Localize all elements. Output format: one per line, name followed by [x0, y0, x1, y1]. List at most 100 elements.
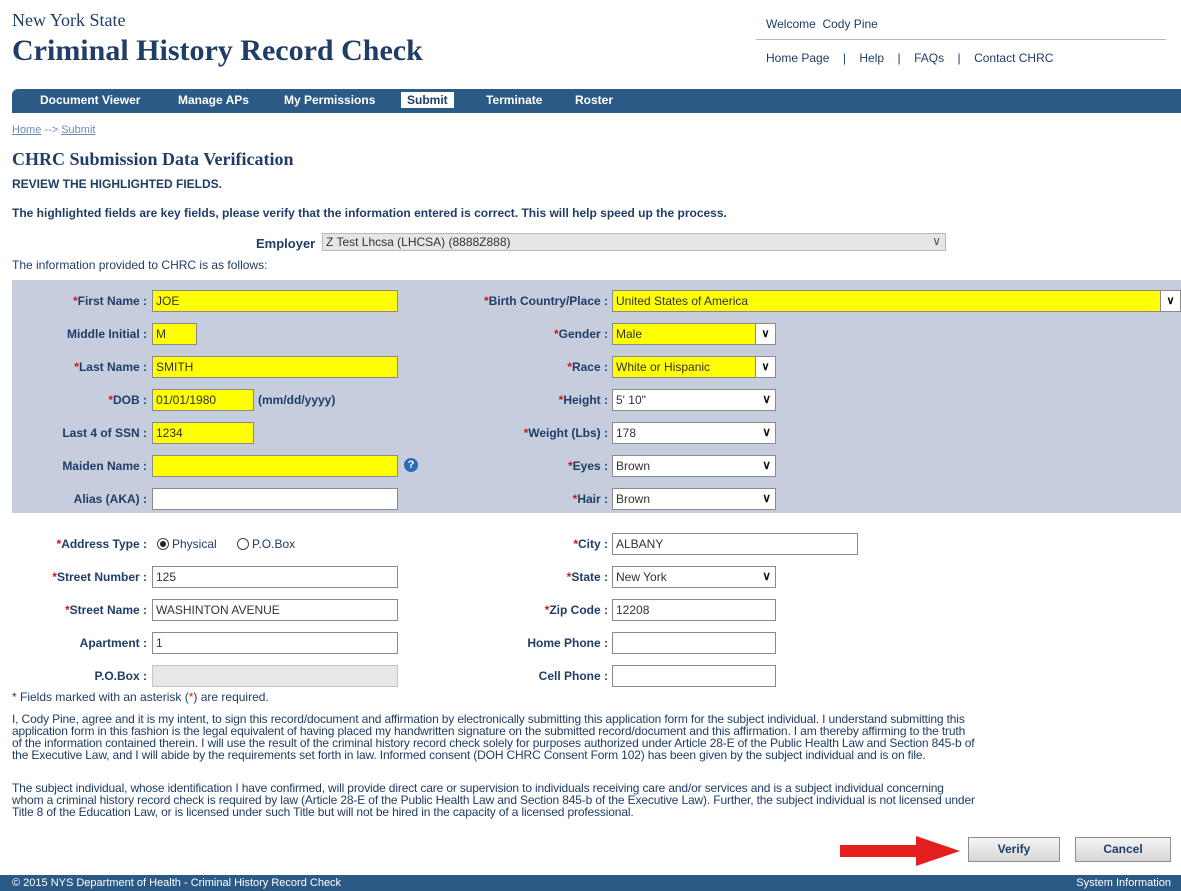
zip-code-input[interactable]: 12208 [612, 599, 776, 621]
breadcrumb-submit[interactable]: Submit [61, 124, 95, 136]
eyes-label: *Eyes : [567, 459, 608, 473]
nav-manage-aps[interactable]: Manage APs [178, 93, 249, 107]
chevron-down-icon: ∨ [1160, 291, 1180, 311]
street-name-input[interactable]: WASHINTON AVENUE [152, 599, 398, 621]
employer-select[interactable]: Z Test Lhcsa (LHCSA) (8888Z888) ∨ [322, 233, 946, 251]
alias-input[interactable] [152, 488, 398, 510]
affirmation-text: I, Cody Pine, agree and it is my intent,… [12, 712, 975, 762]
last-name-input[interactable]: SMITH [152, 356, 398, 378]
cell-phone-input[interactable] [612, 665, 776, 687]
cell-phone-label: Cell Phone : [538, 669, 608, 683]
home-page-link[interactable]: Home Page [766, 51, 829, 65]
street-number-label: *Street Number : [52, 570, 147, 584]
nav-submit[interactable]: Submit [401, 92, 454, 108]
weight-select[interactable]: 178 ∨ [612, 422, 776, 444]
height-value: 5' 10" [616, 393, 646, 407]
address-type-physical-radio[interactable]: Physical [157, 537, 217, 551]
welcome-text: Welcome Cody Pine [766, 17, 878, 31]
city-label: *City : [573, 537, 608, 551]
eyes-select[interactable]: Brown ∨ [612, 455, 776, 477]
last-name-label: *Last Name : [74, 360, 147, 374]
hair-select[interactable]: Brown ∨ [612, 488, 776, 510]
ssn-label: Last 4 of SSN : [62, 426, 147, 440]
weight-label: *Weight (Lbs) : [523, 426, 608, 440]
race-select[interactable]: White or Hispanic ∨ [612, 356, 776, 378]
birth-country-select[interactable]: United States of America ∨ [612, 290, 1181, 312]
breadcrumb-home[interactable]: Home [12, 124, 41, 136]
dob-input[interactable]: 01/01/1980 [152, 389, 254, 411]
po-box-label: P.O.Box : [94, 669, 147, 683]
system-information-link[interactable]: System Information [1076, 877, 1171, 889]
gender-select[interactable]: Male ∨ [612, 323, 776, 345]
birth-country-label: *Birth Country/Place : [483, 294, 608, 308]
ssn-input[interactable]: 1234 [152, 422, 254, 444]
middle-initial-input[interactable]: M [152, 323, 197, 345]
nav-my-permissions[interactable]: My Permissions [284, 93, 375, 107]
city-input[interactable]: ALBANY [612, 533, 858, 555]
breadcrumb: Home --> Submit [12, 124, 95, 136]
home-phone-input[interactable] [612, 632, 776, 654]
chevron-down-icon: ∨ [762, 569, 771, 583]
state-label: *State : [566, 570, 608, 584]
link-separator: | [957, 51, 961, 65]
subject-individual-text: The subject individual, whose identifica… [12, 781, 975, 819]
info-intro: The information provided to CHRC is as f… [12, 258, 268, 272]
review-instruction: REVIEW THE HIGHLIGHTED FIELDS. [12, 177, 223, 191]
first-name-label: *First Name : [72, 294, 147, 308]
race-value: White or Hispanic [616, 360, 711, 374]
link-separator: | [897, 51, 901, 65]
race-label: *Race : [567, 360, 608, 374]
birth-country-value: United States of America [616, 294, 749, 308]
contact-chrc-link[interactable]: Contact CHRC [974, 51, 1053, 65]
agency-name: New York State [12, 10, 126, 30]
address-type-pobox-radio[interactable]: P.O.Box [237, 537, 295, 551]
state-select[interactable]: New York ∨ [612, 566, 776, 588]
employer-label: Employer [256, 236, 316, 251]
red-arrow-icon [840, 836, 960, 866]
height-select[interactable]: 5' 10" ∨ [612, 389, 776, 411]
breadcrumb-arrow: --> [44, 124, 59, 136]
verify-button[interactable]: Verify [968, 837, 1060, 862]
nav-roster[interactable]: Roster [575, 93, 613, 107]
dob-label: *DOB : [108, 393, 147, 407]
footer-copyright: © 2015 NYS Department of Health - Crimin… [12, 877, 342, 889]
page-title: CHRC Submission Data Verification [12, 149, 294, 169]
faqs-link[interactable]: FAQs [914, 51, 944, 65]
question-circle-icon[interactable]: ? [404, 458, 418, 472]
apartment-input[interactable]: 1 [152, 632, 398, 654]
eyes-value: Brown [616, 459, 651, 473]
footer-bar: © 2015 NYS Department of Health - Crimin… [0, 875, 1181, 891]
chevron-down-icon: ∨ [762, 392, 771, 406]
main-nav: Document Viewer Manage APs My Permission… [12, 89, 1181, 113]
chevron-down-icon: ∨ [755, 357, 775, 377]
top-links: Home Page | Help | FAQs | Contact CHRC [766, 51, 1053, 65]
employer-value: Z Test Lhcsa (LHCSA) (8888Z888) [326, 235, 511, 249]
chevron-down-icon: ∨ [932, 234, 941, 248]
alias-label: Alias (AKA) : [73, 492, 147, 506]
radio-unchecked-icon [237, 538, 249, 550]
po-box-input[interactable] [152, 665, 398, 687]
state-value: New York [616, 570, 667, 584]
apartment-label: Apartment : [79, 636, 147, 650]
nav-document-viewer[interactable]: Document Viewer [40, 93, 140, 107]
key-fields-note: The highlighted fields are key fields, p… [12, 206, 727, 220]
chevron-down-icon: ∨ [762, 491, 771, 505]
header-divider [756, 39, 1166, 40]
height-label: *Height : [558, 393, 608, 407]
street-number-input[interactable]: 125 [152, 566, 398, 588]
zip-code-label: *Zip Code : [544, 603, 608, 617]
weight-value: 178 [616, 426, 637, 440]
chevron-down-icon: ∨ [762, 425, 771, 439]
maiden-name-input[interactable] [152, 455, 398, 477]
link-separator: | [842, 51, 846, 65]
home-phone-label: Home Phone : [527, 636, 608, 650]
nav-terminate[interactable]: Terminate [486, 93, 542, 107]
hair-value: Brown [616, 492, 651, 506]
first-name-input[interactable]: JOE [152, 290, 398, 312]
required-fields-note: * Fields marked with an asterisk (*) are… [12, 690, 269, 704]
gender-label: *Gender : [553, 327, 608, 341]
help-link[interactable]: Help [859, 51, 884, 65]
cancel-button[interactable]: Cancel [1075, 837, 1171, 862]
app-title: Criminal History Record Check [12, 34, 423, 67]
radio-checked-icon [157, 538, 169, 550]
